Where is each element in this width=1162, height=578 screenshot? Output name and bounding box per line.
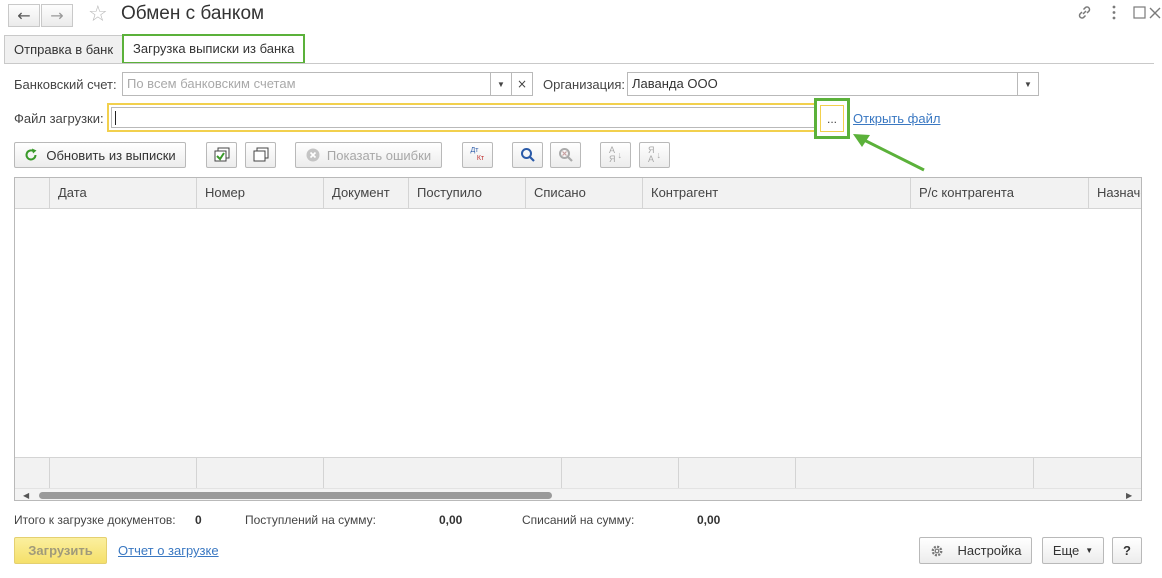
settings-button-label: Настройка [957, 543, 1022, 558]
organization-field[interactable]: Лаванда ООО [627, 72, 1018, 96]
select-file-button[interactable]: ... [814, 98, 850, 139]
text-caret [115, 111, 116, 125]
table-header: Дата Номер Документ Поступило Списано Ко… [15, 178, 1141, 209]
more-button-label: Еще [1052, 543, 1080, 558]
column-document[interactable]: Документ [323, 178, 408, 209]
tab-divider [4, 63, 1154, 64]
scrollbar-thumb[interactable] [39, 492, 552, 499]
column-counterparty[interactable]: Контрагент [642, 178, 910, 209]
help-button[interactable]: ? [1112, 537, 1142, 564]
load-report-link[interactable]: Отчет о загрузке [118, 543, 219, 558]
maximize-icon[interactable] [1133, 5, 1146, 23]
column-purpose[interactable]: Назначе [1088, 178, 1141, 209]
kt-label: Кт [476, 155, 485, 162]
bank-account-dropdown-button[interactable]: ▼ [490, 72, 512, 96]
docs-total-label: Итого к загрузке документов: [14, 513, 176, 527]
chevron-down-icon: ▼ [497, 79, 505, 89]
income-total-value: 0,00 [439, 513, 463, 527]
check-all-button[interactable] [206, 142, 237, 168]
statement-table[interactable]: Дата Номер Документ Поступило Списано Ко… [14, 177, 1142, 501]
column-income[interactable]: Поступило [408, 178, 525, 209]
outcome-total-value: 0,00 [697, 513, 721, 527]
refresh-button-label: Обновить из выписки [46, 147, 176, 163]
bank-account-clear-button[interactable]: × [511, 72, 533, 96]
horizontal-scrollbar[interactable]: ◀ ▶ [15, 488, 1141, 500]
favorite-star-icon[interactable]: ☆ [88, 2, 108, 27]
sort-desc-bottom: А [648, 154, 655, 164]
dt-kt-button[interactable]: Дт Кт [462, 142, 493, 168]
income-total-label: Поступлений на сумму: [245, 513, 376, 527]
page-title: Обмен с банком [121, 3, 265, 24]
error-icon [306, 148, 320, 162]
close-icon[interactable] [1149, 5, 1161, 23]
sort-descending-button[interactable]: Я А ↓ [639, 142, 670, 168]
docs-total-value: 0 [195, 513, 202, 527]
file-path-field[interactable] [107, 103, 847, 132]
cancel-search-button[interactable] [550, 142, 581, 168]
table-footer [15, 457, 1141, 489]
link-icon[interactable] [1076, 4, 1093, 25]
load-button[interactable]: Загрузить [14, 537, 107, 564]
sort-ascending-button[interactable]: А Я ↓ [600, 142, 631, 168]
more-button[interactable]: Еще ▼ [1042, 537, 1104, 564]
organization-dropdown-button[interactable]: ▼ [1017, 72, 1039, 96]
column-date[interactable]: Дата [49, 178, 196, 209]
uncheck-all-icon [253, 147, 268, 162]
chevron-down-icon: ▼ [1085, 546, 1094, 555]
sort-ascending-icon: А Я [609, 146, 616, 164]
sort-asc-bottom: Я [609, 154, 616, 164]
back-button[interactable]: ← [8, 4, 40, 27]
settings-button[interactable]: Настройка [919, 537, 1032, 564]
refresh-icon [25, 148, 37, 161]
check-all-icon [214, 147, 229, 162]
column-outcome[interactable]: Списано [525, 178, 642, 209]
arrow-left-icon: ← [17, 6, 31, 25]
clear-icon: × [516, 77, 528, 91]
organization-label: Организация: [543, 77, 626, 92]
tab-send-to-bank[interactable]: Отправка в банк [4, 35, 124, 63]
file-label: Файл загрузки: [14, 111, 104, 126]
dt-label: Дт [470, 147, 479, 154]
arrow-right-icon: → [50, 6, 64, 25]
gear-icon [931, 545, 942, 556]
open-file-link[interactable]: Открыть файл [853, 111, 940, 126]
sort-descending-icon: Я А [648, 146, 655, 164]
show-errors-label: Показать ошибки [326, 147, 432, 163]
annotation-arrow-icon [853, 134, 925, 172]
scroll-right-icon[interactable]: ▶ [1126, 489, 1132, 500]
tab-load-statement[interactable]: Загрузка выписки из банка [122, 34, 306, 64]
bank-account-field[interactable]: По всем банковским счетам [122, 72, 491, 96]
scroll-left-icon[interactable]: ◀ [23, 489, 29, 500]
column-number[interactable]: Номер [196, 178, 323, 209]
search-button[interactable] [512, 142, 543, 168]
uncheck-all-button[interactable] [245, 142, 276, 168]
file-path-input[interactable] [111, 107, 817, 128]
bank-account-label: Банковский счет: [14, 77, 117, 92]
more-vertical-icon[interactable] [1111, 4, 1117, 25]
cancel-search-icon [558, 148, 573, 162]
outcome-total-label: Списаний на сумму: [522, 513, 635, 527]
refresh-from-statement-button[interactable]: Обновить из выписки [14, 142, 186, 168]
chevron-down-icon: ▼ [1024, 79, 1032, 89]
column-counterparty-account[interactable]: Р/с контрагента [910, 178, 1088, 209]
forward-button[interactable]: → [41, 4, 73, 27]
select-file-button-label: ... [820, 105, 844, 132]
show-errors-button[interactable]: Показать ошибки [295, 142, 442, 168]
table-header-check[interactable] [15, 178, 49, 209]
search-icon [520, 148, 535, 162]
